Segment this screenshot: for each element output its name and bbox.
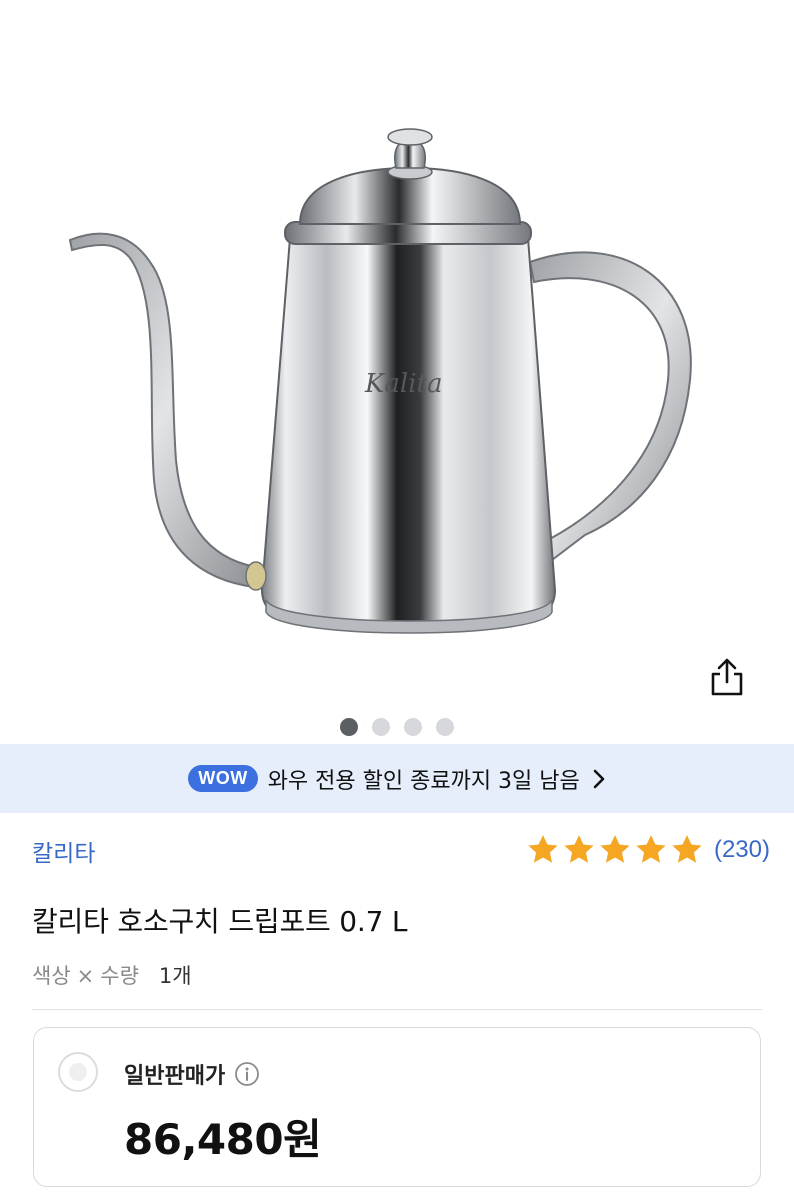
kettle-logo: Kalita xyxy=(364,369,443,399)
info-icon[interactable] xyxy=(233,1060,261,1088)
carousel-indicator xyxy=(0,718,794,736)
option-summary: 색상 × 수량 1개 xyxy=(32,960,192,990)
carousel-dot-4[interactable] xyxy=(436,718,454,736)
share-icon xyxy=(711,658,743,696)
option-quantity-value: 1개 xyxy=(158,964,192,988)
wow-banner-text: 와우 전용 할인 종료까지 3일 남음 xyxy=(267,768,580,794)
star-icon xyxy=(636,835,666,863)
wow-discount-banner[interactable]: WOW 와우 전용 할인 종료까지 3일 남음 xyxy=(0,744,794,813)
carousel-dot-3[interactable] xyxy=(404,718,422,736)
product-title: 칼리타 호소구치 드립포트 0.7 L xyxy=(32,905,408,938)
rating-summary[interactable]: (230) xyxy=(526,833,770,867)
price-option-radio[interactable] xyxy=(58,1052,98,1092)
option-quantity-label: 수량 xyxy=(100,964,139,988)
option-separator: × xyxy=(76,964,95,988)
carousel-dot-1[interactable] xyxy=(340,718,358,736)
price-label: 일반판매가 xyxy=(124,1064,226,1089)
chevron-right-icon xyxy=(592,768,606,790)
price-label-row: 일반판매가 xyxy=(124,1058,261,1090)
price-value: 86,480원 xyxy=(124,1115,322,1164)
price-option-card[interactable]: 일반판매가 86,480원 xyxy=(33,1027,761,1187)
carousel-dot-2[interactable] xyxy=(372,718,390,736)
brand-link[interactable]: 칼리타 xyxy=(32,834,95,868)
wow-badge: WOW xyxy=(188,765,258,792)
star-icon xyxy=(528,835,558,863)
share-button[interactable] xyxy=(704,654,750,700)
star-icon xyxy=(564,835,594,863)
review-count: (230) xyxy=(713,836,770,863)
star-icon xyxy=(672,835,702,863)
divider xyxy=(32,1009,762,1010)
radio-inner xyxy=(69,1063,87,1081)
star-icon xyxy=(600,835,630,863)
product-image: Kalita xyxy=(68,128,692,634)
option-color-label: 색상 xyxy=(32,964,71,988)
product-image-carousel[interactable]: Kalita xyxy=(0,0,794,742)
